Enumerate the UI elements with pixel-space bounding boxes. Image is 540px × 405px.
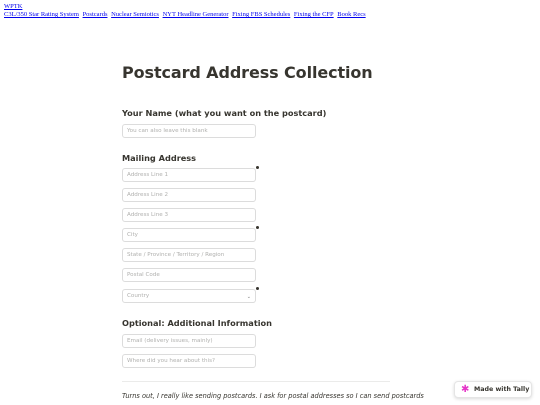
address-line-3-input[interactable]: Address Line 3: [122, 208, 256, 222]
state-placeholder: State / Province / Territory / Region: [127, 252, 225, 258]
section-divider: [122, 381, 390, 382]
postcard-form: Postcard Address Collection Your Name (w…: [122, 62, 424, 400]
page-title: Postcard Address Collection: [122, 63, 373, 82]
country-placeholder: Country: [127, 293, 150, 299]
email-input[interactable]: Email (delivery issues, mainly): [122, 334, 256, 348]
city-placeholder: City: [127, 232, 138, 238]
country-select[interactable]: Country ⌄: [122, 289, 256, 303]
nav-link-book-recs[interactable]: Book Recs: [337, 11, 365, 18]
mailing-section-heading: Mailing Address: [122, 153, 197, 163]
postal-code-placeholder: Postal Code: [127, 272, 160, 278]
state-input[interactable]: State / Province / Territory / Region: [122, 248, 256, 262]
badge-label: Made with Tally: [474, 386, 530, 393]
address-line-2-placeholder: Address Line 2: [127, 192, 169, 198]
required-marker-icon: [256, 226, 259, 229]
referral-source-input[interactable]: Where did you hear about this?: [122, 354, 256, 368]
address-line-3-placeholder: Address Line 3: [127, 212, 169, 218]
name-input[interactable]: You can also leave this blank: [122, 124, 256, 138]
top-nav: WPTK C3L/350 Star Rating System Postcard…: [4, 3, 368, 19]
nav-link-fbs-schedules[interactable]: Fixing FBS Schedules: [232, 11, 290, 18]
nav-link-nuclear-semiotics[interactable]: Nuclear Semiotics: [111, 11, 159, 18]
intro-paragraph: Turns out, I really like sending postcar…: [122, 392, 424, 400]
nav-link-cfp[interactable]: Fixing the CFP: [294, 11, 334, 18]
postal-code-input[interactable]: Postal Code: [122, 268, 256, 282]
nav-link-postcards[interactable]: Postcards: [83, 11, 108, 18]
optional-section-heading: Optional: Additional Information: [122, 318, 273, 328]
nav-link-nyt-headline[interactable]: NYT Headline Generator: [163, 11, 229, 18]
name-input-placeholder: You can also leave this blank: [127, 128, 208, 134]
chevron-down-icon: ⌄: [246, 294, 251, 300]
name-section-heading: Your Name (what you want on the postcard…: [122, 108, 327, 118]
required-marker-icon: [256, 166, 259, 169]
nav-home-link[interactable]: WPTK: [4, 3, 22, 10]
tally-star-icon: ✱: [461, 384, 470, 395]
address-line-1-input[interactable]: Address Line 1: [122, 168, 256, 182]
required-marker-icon: [256, 287, 259, 290]
address-line-2-input[interactable]: Address Line 2: [122, 188, 256, 202]
address-line-1-placeholder: Address Line 1: [127, 172, 169, 178]
nav-link-star-rating[interactable]: C3L/350 Star Rating System: [4, 11, 79, 18]
email-placeholder: Email (delivery issues, mainly): [127, 338, 213, 344]
made-with-tally-badge[interactable]: ✱ Made with Tally: [454, 381, 532, 398]
referral-source-placeholder: Where did you hear about this?: [127, 358, 215, 364]
city-input[interactable]: City: [122, 228, 256, 242]
